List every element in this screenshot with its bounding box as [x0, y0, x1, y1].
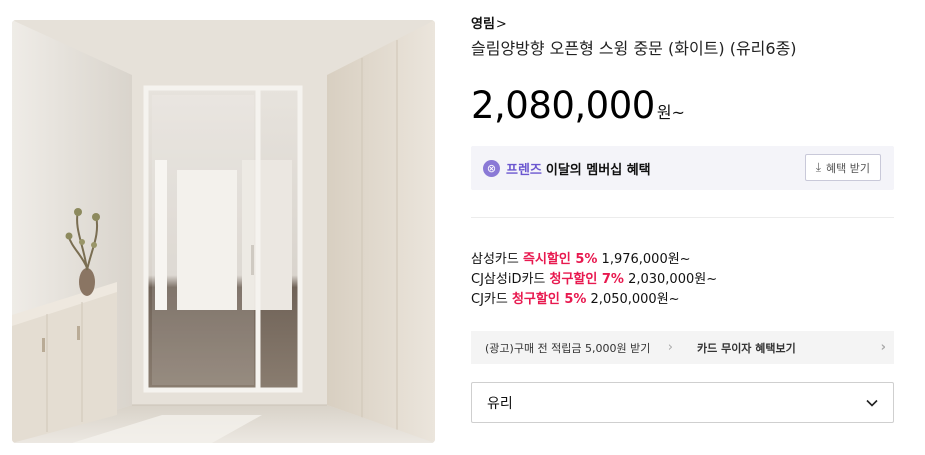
download-icon: ⤓: [815, 160, 822, 174]
brand-name: 영림: [471, 17, 495, 32]
section-divider: [471, 217, 894, 218]
product-image[interactable]: [12, 20, 435, 443]
reward-points-label: (광고)구매 전 적립금 5,000원 받기: [485, 341, 651, 355]
card-discount-item: CJ삼성iD카드 청구할인 7% 2,030,000원~: [471, 270, 717, 290]
discount-type: 청구할인 5%: [511, 292, 587, 307]
get-benefit-button[interactable]: ⤓ 혜택 받기: [804, 154, 881, 181]
brand-link[interactable]: 영림>: [471, 13, 507, 32]
price-unit: 원~: [656, 103, 685, 122]
chevron-right-icon: ›: [880, 340, 886, 355]
discount-price: 1,976,000원~: [597, 252, 691, 267]
selected-option: 유리: [487, 395, 513, 412]
chevron-right-icon: >: [495, 17, 507, 32]
price-row: 2,080,000 원~: [471, 84, 685, 127]
discount-type: 청구할인 7%: [549, 272, 624, 287]
discount-price: 2,030,000원~: [623, 272, 718, 287]
card-discount-item: CJ카드 청구할인 5% 2,050,000원~: [471, 290, 717, 310]
card-name: CJ카드: [471, 292, 512, 307]
product-price: 2,080,000: [471, 84, 655, 127]
card-installment-label: 카드 무이자 혜택보기: [697, 341, 796, 355]
membership-benefit-banner: ⊗ 프렌즈 이달의 멤버십 혜택 ⤓ 혜택 받기: [471, 146, 894, 190]
chevron-right-icon: ›: [667, 340, 673, 355]
promo-bar: (광고)구매 전 적립금 5,000원 받기 › 카드 무이자 혜택보기 ›: [471, 331, 894, 364]
discount-price: 2,050,000원~: [586, 292, 680, 307]
door-photo-illustration: [12, 20, 435, 443]
card-discount-item: 삼성카드 즉시할인 5% 1,976,000원~: [471, 250, 717, 270]
get-benefit-label: 혜택 받기: [826, 161, 870, 175]
friends-badge-icon: ⊗: [483, 159, 500, 177]
card-name: 삼성카드: [471, 252, 523, 267]
discount-type: 즉시할인 5%: [522, 252, 598, 267]
product-title: 슬림양방향 오픈형 스윙 중문 (화이트) (유리6종): [471, 39, 797, 58]
card-name: CJ삼성iD카드: [471, 272, 550, 287]
card-installment-link[interactable]: 카드 무이자 혜택보기 ›: [681, 331, 894, 364]
card-discount-list: 삼성카드 즉시할인 5% 1,976,000원~ CJ삼성iD카드 청구할인 7…: [471, 250, 717, 310]
reward-points-link[interactable]: (광고)구매 전 적립금 5,000원 받기 ›: [471, 331, 681, 364]
friends-label: 프렌즈: [506, 162, 542, 178]
membership-text: 이달의 멤버십 혜택: [545, 162, 651, 178]
glass-option-select[interactable]: 유리: [471, 382, 894, 423]
chevron-down-icon: [866, 399, 878, 407]
